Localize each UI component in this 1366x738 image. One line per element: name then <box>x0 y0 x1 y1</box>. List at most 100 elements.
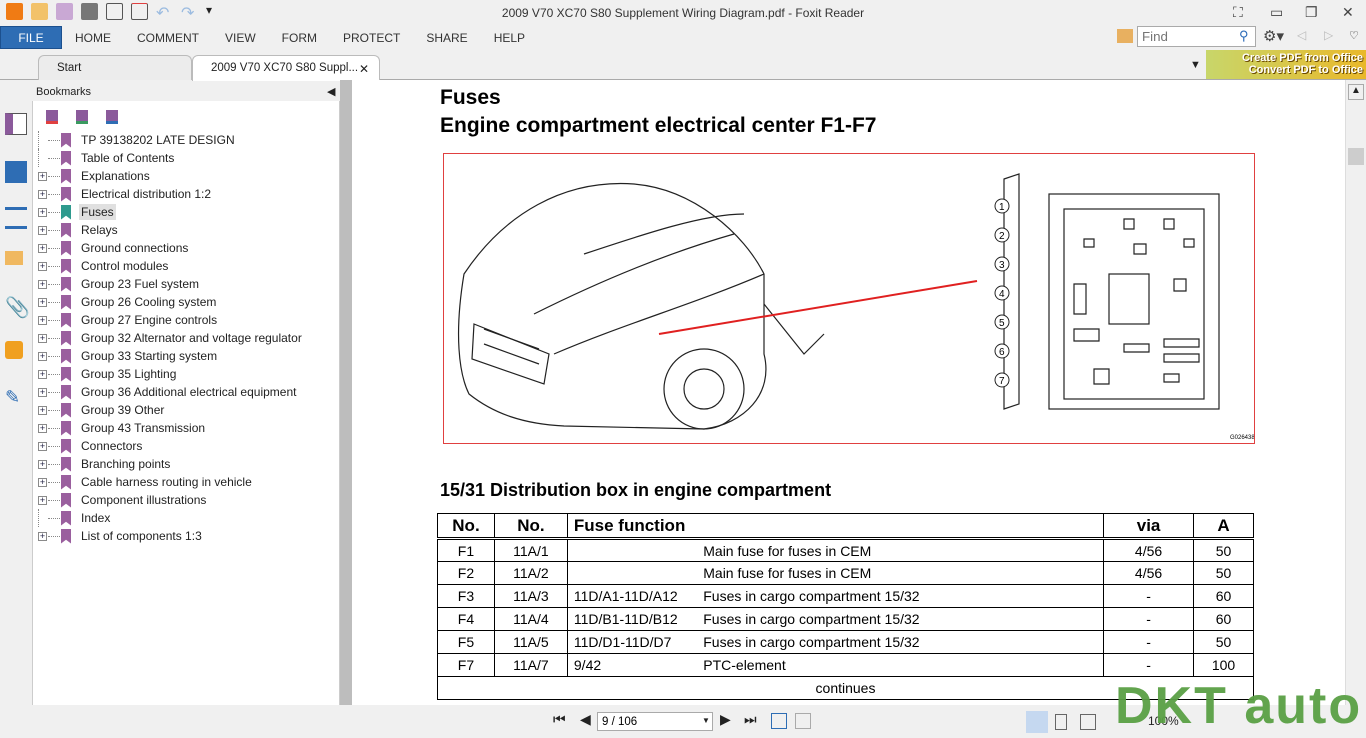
bookmark-item[interactable]: + Group 39 Other <box>38 401 166 419</box>
add-bookmark-icon[interactable] <box>76 110 88 124</box>
expand-icon[interactable]: + <box>38 261 47 271</box>
expand-icon[interactable]: + <box>38 495 47 505</box>
next-view-icon[interactable] <box>795 713 811 729</box>
expand-icon[interactable]: + <box>38 297 47 307</box>
bookmark-item[interactable]: Index <box>38 509 112 527</box>
previous-view-icon[interactable] <box>771 713 787 729</box>
comments-panel-icon[interactable] <box>5 251 23 265</box>
table-cell: F1 <box>437 538 495 562</box>
delete-bookmark-icon[interactable] <box>46 110 58 124</box>
close-tab-icon[interactable]: ✕ <box>359 62 369 76</box>
tab-document[interactable]: 2009 V70 XC70 S80 Suppl... ✕ <box>192 55 380 81</box>
create-pdf-banner[interactable]: Create PDF from Office Convert PDF to Off… <box>1206 50 1366 79</box>
bookmark-item[interactable]: + Ground connections <box>38 239 190 257</box>
scrollbar-thumb[interactable] <box>1348 148 1364 165</box>
expand-icon[interactable]: + <box>38 423 47 433</box>
fullscreen-icon[interactable]: ⛶ <box>1233 4 1243 21</box>
bookmark-icon <box>61 348 71 364</box>
menu-share[interactable]: SHARE <box>413 31 480 45</box>
expand-icon[interactable]: + <box>38 243 47 253</box>
security-panel-icon[interactable] <box>5 341 23 359</box>
go-to-bookmark-icon[interactable] <box>106 110 118 124</box>
bookmark-item[interactable]: + Branching points <box>38 455 172 473</box>
expand-icon[interactable]: + <box>38 207 47 217</box>
expand-icon[interactable]: + <box>38 531 47 541</box>
last-page-button[interactable]: ⏭ <box>744 711 757 728</box>
menu-comment[interactable]: COMMENT <box>124 31 212 45</box>
previous-page-button[interactable]: ◀ <box>580 711 591 728</box>
expand-icon[interactable]: + <box>38 351 47 361</box>
continuous-view-icon[interactable] <box>1055 714 1067 730</box>
expand-icon[interactable]: + <box>38 441 47 451</box>
expand-icon[interactable]: + <box>38 171 47 181</box>
expand-icon[interactable]: + <box>38 369 47 379</box>
bookmark-item[interactable]: + Group 32 Alternator and voltage regulat… <box>38 329 304 347</box>
single-page-view-icon[interactable] <box>1026 711 1048 733</box>
expand-icon[interactable]: + <box>38 477 47 487</box>
bookmark-item[interactable]: + Cable harness routing in vehicle <box>38 473 254 491</box>
expand-icon[interactable]: + <box>38 387 47 397</box>
page-number-input[interactable] <box>597 712 713 731</box>
restore-button[interactable]: ❐ <box>1305 4 1318 21</box>
connector-label: 7 <box>999 376 1005 387</box>
bookmark-icon <box>61 240 71 256</box>
bookmark-item[interactable]: + Fuses <box>38 203 116 221</box>
facing-view-icon[interactable] <box>1080 714 1096 730</box>
bookmark-item[interactable]: + Explanations <box>38 167 152 185</box>
attachments-panel-icon[interactable]: 📎 <box>5 295 30 319</box>
search-icon[interactable]: ⚲ <box>1239 28 1249 44</box>
bookmark-item[interactable]: TP 39138202 LATE DESIGN <box>38 131 237 149</box>
expand-icon[interactable]: + <box>38 315 47 325</box>
layers-panel-icon[interactable] <box>5 207 27 229</box>
forward-icon[interactable]: ▷ <box>1324 28 1333 42</box>
expand-icon[interactable]: + <box>38 279 47 289</box>
first-page-button[interactable]: ⏮ <box>553 711 566 728</box>
gear-icon[interactable]: ⚙▾ <box>1263 27 1284 45</box>
menu-form[interactable]: FORM <box>269 31 330 45</box>
menu-home[interactable]: HOME <box>62 31 124 45</box>
bookmark-item[interactable]: + Component illustrations <box>38 491 208 509</box>
tab-list-dropdown-icon[interactable]: ▼ <box>1190 59 1201 71</box>
back-icon[interactable]: ◁ <box>1297 28 1306 42</box>
panel-splitter[interactable] <box>340 80 352 705</box>
bookmark-item[interactable]: + Electrical distribution 1:2 <box>38 185 213 203</box>
menu-protect[interactable]: PROTECT <box>330 31 413 45</box>
signature-panel-icon[interactable]: ✎ <box>5 387 27 409</box>
close-button[interactable]: ✕ <box>1342 4 1354 21</box>
bookmarks-panel-icon[interactable] <box>5 113 27 135</box>
expand-icon[interactable]: + <box>38 225 47 235</box>
table-cell: Main fuse for fuses in CEM <box>697 561 1105 585</box>
search-folder-icon[interactable] <box>1117 29 1133 43</box>
bookmark-item[interactable]: + Group 33 Starting system <box>38 347 219 365</box>
bookmark-item[interactable]: + Group 35 Lighting <box>38 365 178 383</box>
menu-help[interactable]: HELP <box>481 31 538 45</box>
bookmark-item[interactable]: + Relays <box>38 221 120 239</box>
menu-file[interactable]: FILE <box>0 26 62 49</box>
bookmark-item[interactable]: + Control modules <box>38 257 170 275</box>
next-page-button[interactable]: ▶ <box>720 711 731 728</box>
page-dropdown-icon[interactable]: ▼ <box>702 716 710 725</box>
expand-icon[interactable]: + <box>38 333 47 343</box>
scroll-up-button[interactable]: ▲ <box>1348 84 1364 100</box>
vertical-scrollbar[interactable]: ▲ <box>1345 80 1366 705</box>
expand-icon[interactable]: + <box>38 459 47 469</box>
expand-icon[interactable]: + <box>38 405 47 415</box>
bookmark-item[interactable]: + List of components 1:3 <box>38 527 204 545</box>
pages-panel-icon[interactable] <box>5 161 27 183</box>
bookmark-item[interactable]: + Group 26 Cooling system <box>38 293 218 311</box>
bookmark-item[interactable]: + Group 23 Fuel system <box>38 275 201 293</box>
expand-icon[interactable]: + <box>38 189 47 199</box>
bookmark-item[interactable]: + Group 36 Additional electrical equipmen… <box>38 383 298 401</box>
bookmark-item[interactable]: + Connectors <box>38 437 144 455</box>
tab-start[interactable]: Start <box>38 55 192 80</box>
connector-label: 3 <box>999 260 1005 271</box>
tab-label: Start <box>57 62 82 74</box>
collapse-panel-icon[interactable]: ◀ <box>327 85 335 98</box>
tree-line <box>38 131 47 149</box>
bookmark-item[interactable]: Table of Contents <box>38 149 176 167</box>
bookmark-item[interactable]: + Group 27 Engine controls <box>38 311 219 329</box>
bookmark-item[interactable]: + Group 43 Transmission <box>38 419 207 437</box>
collapse-ribbon-icon[interactable]: ♡ <box>1349 29 1359 42</box>
menu-view[interactable]: VIEW <box>212 31 269 45</box>
minimize-button[interactable]: ▭ <box>1270 4 1283 21</box>
